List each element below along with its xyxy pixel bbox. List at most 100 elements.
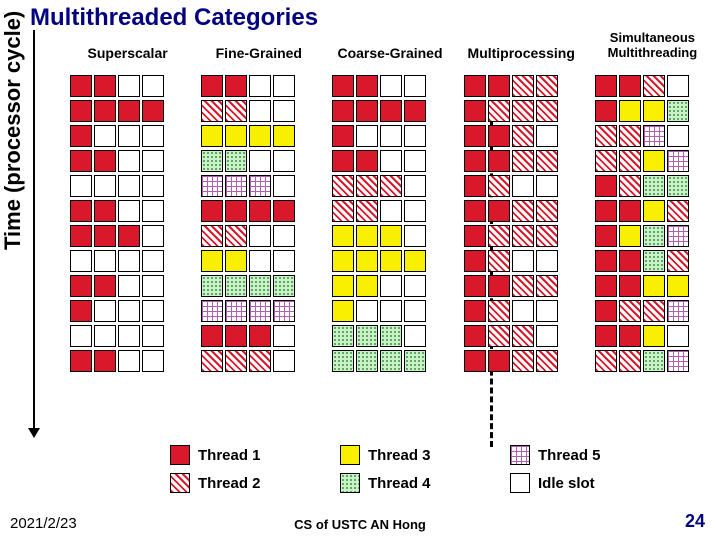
grid-row: [201, 350, 316, 372]
grid-row: [332, 250, 447, 272]
slot-cell: [273, 350, 295, 372]
slot-cell: [201, 150, 223, 172]
slot-cell: [142, 225, 164, 247]
slot-cell: [512, 75, 534, 97]
grid-row: [332, 325, 447, 347]
slot-cell: [404, 300, 426, 322]
slot-cell: [249, 75, 271, 97]
slot-cell: [332, 200, 354, 222]
legend-swatch: [340, 445, 360, 465]
slot-cell: [595, 225, 617, 247]
slot-cell: [249, 350, 271, 372]
column-fine-grained: Fine-Grained: [201, 75, 316, 372]
grid-row: [595, 75, 710, 97]
slot-cell: [249, 200, 271, 222]
slot-cell: [619, 325, 641, 347]
slot-cell: [118, 225, 140, 247]
legend-item: Thread 2: [170, 473, 340, 493]
grid-row: [201, 100, 316, 122]
slot-cell: [332, 250, 354, 272]
slot-cell: [464, 125, 486, 147]
slot-cell: [94, 300, 116, 322]
grid-row: [464, 250, 579, 272]
y-axis-label: Time (processor cycle): [0, 11, 26, 250]
slot-cell: [404, 350, 426, 372]
slot-cell: [619, 225, 641, 247]
slot-cell: [94, 250, 116, 272]
slot-cell: [94, 350, 116, 372]
slot-cell: [142, 325, 164, 347]
slot-cell: [464, 100, 486, 122]
grid-row: [70, 325, 185, 347]
slot-cell: [404, 100, 426, 122]
slot-cell: [94, 275, 116, 297]
slot-cell: [595, 175, 617, 197]
grid-row: [595, 100, 710, 122]
slot-cell: [380, 325, 402, 347]
slot-cell: [142, 250, 164, 272]
slot-cell: [94, 125, 116, 147]
slot-cell: [70, 225, 92, 247]
slot-cell: [619, 275, 641, 297]
slot-cell: [464, 250, 486, 272]
slot-cell: [536, 200, 558, 222]
slot-cell: [118, 325, 140, 347]
slot-cell: [380, 250, 402, 272]
slot-cell: [667, 350, 689, 372]
slot-cell: [512, 275, 534, 297]
legend-label: Thread 3: [368, 447, 431, 464]
slot-cell: [488, 100, 510, 122]
slot-cell: [273, 175, 295, 197]
slot-cell: [643, 350, 665, 372]
slot-cell: [595, 150, 617, 172]
slot-cell: [142, 350, 164, 372]
legend-item: Thread 1: [170, 445, 340, 465]
grid-row: [595, 325, 710, 347]
slot-cell: [667, 225, 689, 247]
page-title: Multithreaded Categories: [30, 4, 318, 32]
legend-item: Thread 5: [510, 445, 680, 465]
slot-cell: [643, 100, 665, 122]
footer-page: 24: [685, 511, 705, 532]
slot-cell: [225, 200, 247, 222]
slot-cell: [536, 125, 558, 147]
slot-cell: [512, 350, 534, 372]
grid-row: [332, 125, 447, 147]
slot-cell: [249, 275, 271, 297]
slot-cell: [536, 350, 558, 372]
slot-cell: [536, 75, 558, 97]
slot-cell: [70, 200, 92, 222]
slot-cell: [380, 350, 402, 372]
slot-cell: [512, 100, 534, 122]
legend-label: Thread 2: [198, 475, 261, 492]
slot-cell: [488, 200, 510, 222]
column-multiprocessing: Multiprocessing: [464, 75, 579, 372]
grid-row: [332, 225, 447, 247]
slot-cell: [667, 125, 689, 147]
slot-cell: [225, 125, 247, 147]
slot-cell: [404, 75, 426, 97]
grid: [332, 75, 447, 372]
slot-cell: [536, 250, 558, 272]
grid-row: [464, 150, 579, 172]
slot-cell: [356, 225, 378, 247]
slot-cell: [488, 250, 510, 272]
slot-cell: [380, 300, 402, 322]
grid-row: [464, 200, 579, 222]
slot-cell: [595, 125, 617, 147]
slot-cell: [380, 175, 402, 197]
slot-cell: [619, 200, 641, 222]
slot-cell: [94, 75, 116, 97]
slot-cell: [273, 200, 295, 222]
slot-cell: [667, 300, 689, 322]
slot-cell: [273, 150, 295, 172]
slot-cell: [356, 350, 378, 372]
grid-row: [464, 100, 579, 122]
slot-cell: [488, 125, 510, 147]
grid-row: [70, 125, 185, 147]
grid-row: [201, 200, 316, 222]
column-coarse-grained: Coarse-Grained: [332, 75, 447, 372]
slot-cell: [94, 200, 116, 222]
grid-row: [70, 350, 185, 372]
slot-cell: [536, 275, 558, 297]
